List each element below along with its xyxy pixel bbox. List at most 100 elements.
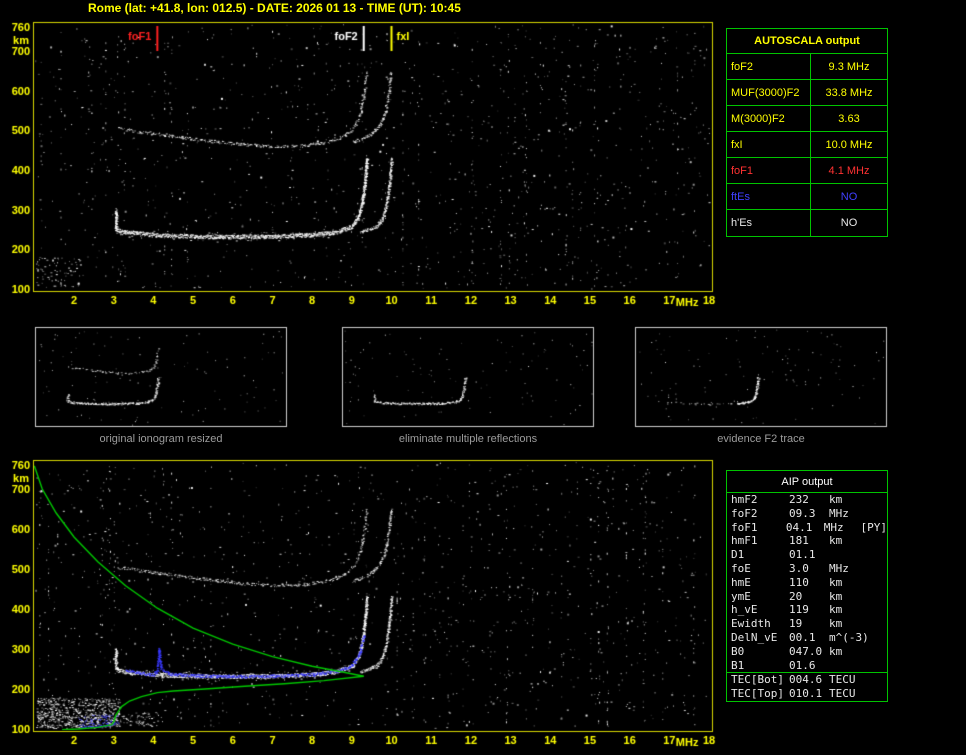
aip-row-label: h_vE [731, 603, 758, 617]
aip-row-value: 110 [789, 575, 809, 589]
aip-row-note [853, 534, 887, 548]
aip-row-value: 232 [789, 493, 809, 506]
aip-row-unit [829, 548, 853, 562]
row-label: M(3000)F2 [727, 106, 811, 131]
aip-row-note [853, 617, 887, 631]
aip-table-header: AIP output [727, 471, 887, 493]
aip-row-label: Ewidth [731, 617, 771, 631]
row-value: 10.0 MHz [825, 138, 873, 151]
aip-row-label: TEC[Top] [731, 687, 784, 701]
aip-row-note [853, 659, 887, 673]
row-label: fxI [727, 132, 811, 157]
aip-row-unit [829, 659, 853, 673]
aip-row: hmF2 232 km [727, 493, 887, 507]
aip-row-value: 01.6 [789, 658, 816, 672]
autoscala-window: Rome (lat: +41.8, lon: 012.5) - DATE: 20… [0, 0, 966, 755]
aip-row-unit: TECU [829, 673, 856, 687]
aip-row: foF1 04.1 MHz [PY] [727, 521, 887, 535]
aip-row-unit: MHz [829, 561, 849, 575]
aip-row-label: foF1 [731, 520, 758, 534]
aip-row-unit: km [829, 644, 843, 658]
aip-row-label: foF2 [731, 506, 758, 520]
aip-row: ymE 20 km [727, 590, 887, 604]
aip-row-value: 19 [789, 617, 803, 631]
aip-table-rows: hmF2 232 km foF2 09.3 MHz foF1 04.1 MHz [727, 493, 887, 672]
aip-row-value: 047.0 [789, 644, 823, 658]
aip-row-unit: km [829, 603, 843, 617]
row-label: foF1 [727, 158, 811, 183]
page-title: Rome (lat: +41.8, lon: 012.5) - DATE: 20… [88, 1, 461, 15]
table-row: foF2 9.3 MHz [727, 54, 887, 80]
aip-tec-row: TEC[Bot] 004.6 TECU [727, 673, 887, 687]
aip-row-label: ymE [731, 589, 751, 603]
autoscala-output-table: AUTOSCALA output foF2 9.3 MHz MUF(3000)F… [726, 28, 888, 237]
aip-row-note [853, 631, 887, 645]
thumbnail-caption-evidence: evidence F2 trace [717, 433, 805, 445]
aip-row-note [853, 562, 887, 576]
aip-row-value: 004.6 [789, 673, 823, 687]
aip-row-unit: m^(-3) [829, 630, 869, 644]
aip-row-unit: km [829, 534, 843, 548]
aip-row-note [853, 548, 887, 562]
aip-row-label: TEC[Bot] [731, 673, 784, 687]
aip-row-label: foE [731, 561, 751, 575]
aip-row-note [853, 645, 887, 659]
aip-row-unit: km [829, 575, 843, 589]
row-value: 4.1 MHz [828, 164, 870, 177]
row-label: h'Es [727, 210, 811, 236]
aip-row-note [853, 603, 887, 617]
row-label: ftEs [727, 184, 811, 209]
aip-row: foF2 09.3 MHz [727, 507, 887, 521]
aip-row: DelN_vE 00.1 m^(-3) [727, 631, 887, 645]
aip-row-note: [PY] [860, 520, 888, 534]
row-value: 3.63 [838, 112, 860, 125]
aip-row-value: 010.1 [789, 687, 823, 701]
aip-row-label: hmF2 [731, 493, 758, 506]
aip-output-table: AIP output hmF2 232 km foF2 09.3 MHz foF… [726, 470, 888, 702]
aip-row: D1 01.1 [727, 548, 887, 562]
aip-row-value: 09.3 [789, 506, 816, 520]
aip-row-label: D1 [731, 548, 745, 562]
aip-row-note [853, 687, 887, 701]
aip-row: h_vE 119 km [727, 603, 887, 617]
aip-row: B1 01.6 [727, 659, 887, 673]
thumbnail-caption-eliminate: eliminate multiple reflections [398, 433, 538, 445]
aip-row-value: 01.1 [789, 548, 816, 562]
autoscala-table-header: AUTOSCALA output [727, 29, 887, 54]
aip-row-unit: MHz [829, 506, 849, 520]
aip-row: hmF1 181 km [727, 534, 887, 548]
aip-row: Ewidth 19 km [727, 617, 887, 631]
thumbnail-caption-original: original ionogram resized [99, 433, 223, 445]
table-row: foF1 4.1 MHz [727, 158, 887, 184]
aip-row-unit: MHz [823, 520, 844, 534]
aip-row-unit: TECU [829, 687, 856, 701]
aip-row-note [853, 576, 887, 590]
aip-row-note [853, 507, 887, 521]
table-row: fxI 10.0 MHz [727, 132, 887, 158]
aip-row-label: hmF1 [731, 534, 758, 548]
row-label: foF2 [727, 54, 811, 79]
aip-row-value: 181 [789, 534, 809, 548]
table-row: MUF(3000)F2 33.8 MHz [727, 80, 887, 106]
aip-row-label: hmE [731, 575, 751, 589]
aip-row-label: B1 [731, 658, 745, 672]
aip-tec-section: TEC[Bot] 004.6 TECU TEC[Top] 010.1 TECU [727, 672, 887, 701]
aip-row-note [853, 493, 887, 507]
aip-row-value: 20 [789, 589, 803, 603]
aip-row-value: 119 [789, 603, 809, 617]
row-value: NO [840, 190, 858, 203]
table-row: ftEs NO [727, 184, 887, 210]
row-label: MUF(3000)F2 [727, 80, 811, 105]
aip-row-value: 00.1 [789, 630, 816, 644]
aip-row: hmE 110 km [727, 576, 887, 590]
aip-row-value: 3.0 [789, 561, 809, 575]
aip-row-value: 04.1 [785, 520, 813, 534]
aip-tec-row: TEC[Top] 010.1 TECU [727, 687, 887, 701]
aip-row-label: DelN_vE [731, 630, 778, 644]
autoscala-table-rows: foF2 9.3 MHz MUF(3000)F2 33.8 MHz M(3000… [727, 54, 887, 236]
aip-row-unit: km [829, 493, 843, 506]
aip-row: B0 047.0 km [727, 645, 887, 659]
row-value: NO [840, 217, 858, 229]
aip-row-label: B0 [731, 644, 745, 658]
aip-row-note [853, 590, 887, 604]
